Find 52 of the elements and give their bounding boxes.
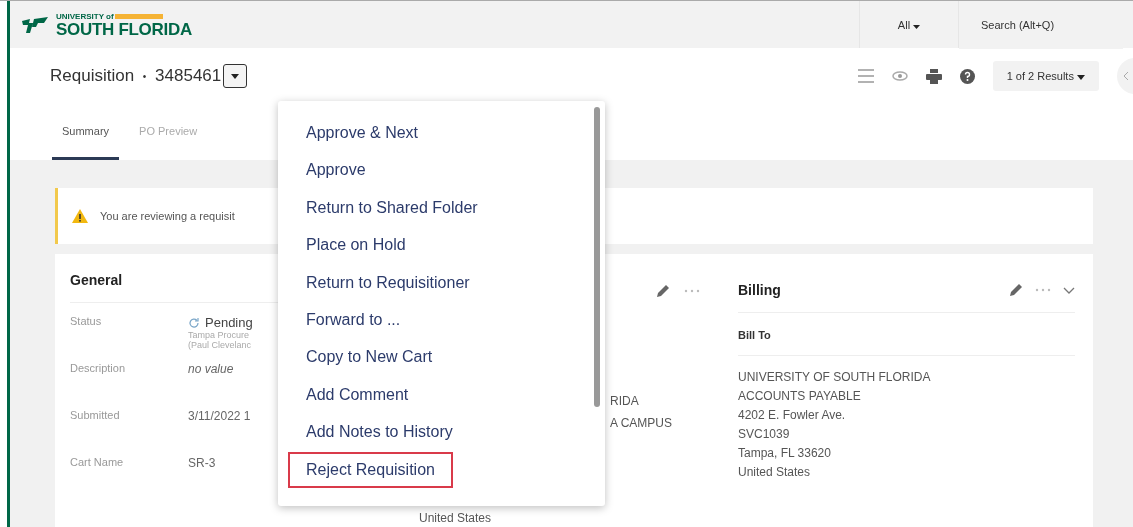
menu-item[interactable]: Add Notes to History xyxy=(288,414,471,451)
chevron-left-icon xyxy=(1123,71,1129,81)
menu-item[interactable]: Add Comment xyxy=(288,376,427,413)
menu-item[interactable]: Copy to New Cart xyxy=(288,339,451,376)
warning-icon xyxy=(72,209,88,223)
address-line: Tampa, FL 33620 xyxy=(738,446,832,460)
highlight-bar-icon xyxy=(114,13,163,19)
bull-horns-logo-icon xyxy=(20,14,50,35)
menu-item[interactable]: Forward to ... xyxy=(288,301,419,338)
eye-icon[interactable] xyxy=(891,71,908,81)
caret-down-icon xyxy=(1077,75,1085,80)
field-label: Status xyxy=(70,315,103,329)
address-line: UNIVERSITY OF SOUTH FLORIDA xyxy=(738,370,932,384)
address-line: United States xyxy=(419,511,492,525)
printer-icon[interactable] xyxy=(925,68,942,84)
field-label: Submitted xyxy=(70,409,121,423)
search-scope-dropdown[interactable]: All xyxy=(859,1,959,48)
address-line: ACCOUNTS PAYABLE xyxy=(738,389,862,403)
menu-item[interactable]: Place on Hold xyxy=(288,227,424,264)
caret-down-icon xyxy=(231,73,240,79)
section-title: Bill To xyxy=(738,313,1075,356)
page-title: Requisition • 3485461 xyxy=(50,66,222,86)
field-value: 3/11/2022 1 xyxy=(188,409,251,423)
address-line: RIDA xyxy=(610,394,639,408)
menu-item[interactable]: Approve xyxy=(288,152,384,189)
scrollbar-thumb[interactable] xyxy=(594,107,600,407)
menu-item[interactable]: Approve & Next xyxy=(288,115,437,151)
field-value: no value xyxy=(188,362,234,376)
caret-down-icon xyxy=(913,24,921,29)
menu-item[interactable]: Return to Shared Folder xyxy=(288,189,496,226)
pencil-icon[interactable] xyxy=(1009,283,1023,297)
refresh-icon xyxy=(188,316,200,329)
field-value: SR-3 xyxy=(188,456,216,470)
status-value: Pending xyxy=(205,315,253,330)
field-label: Description xyxy=(70,362,127,376)
menu-item[interactable]: Reject Requisition xyxy=(288,451,453,488)
logo-title: SOUTH FLORIDA xyxy=(56,20,192,38)
help-icon[interactable] xyxy=(959,68,975,84)
logo-subtitle: UNIVERSITY of xyxy=(56,11,114,21)
warning-text: You are reviewing a requisit xyxy=(100,210,235,222)
address-line: SVC1039 xyxy=(738,427,791,441)
address-line: 4202 E. Fowler Ave. xyxy=(738,408,847,422)
field-label: Cart Name xyxy=(70,456,125,470)
results-dropdown[interactable]: 1 of 2 Results xyxy=(992,61,1099,91)
chevron-down-icon[interactable] xyxy=(1063,286,1075,294)
card-title: Billing xyxy=(738,282,781,298)
address-line: United States xyxy=(738,465,812,479)
actions-dropdown-button[interactable] xyxy=(223,64,248,88)
address-line: A CAMPUS xyxy=(610,416,672,430)
status-note: Tampa Procure xyxy=(188,330,251,340)
status-note: (Paul Clevelanc xyxy=(188,340,253,350)
pencil-icon[interactable] xyxy=(656,284,670,298)
